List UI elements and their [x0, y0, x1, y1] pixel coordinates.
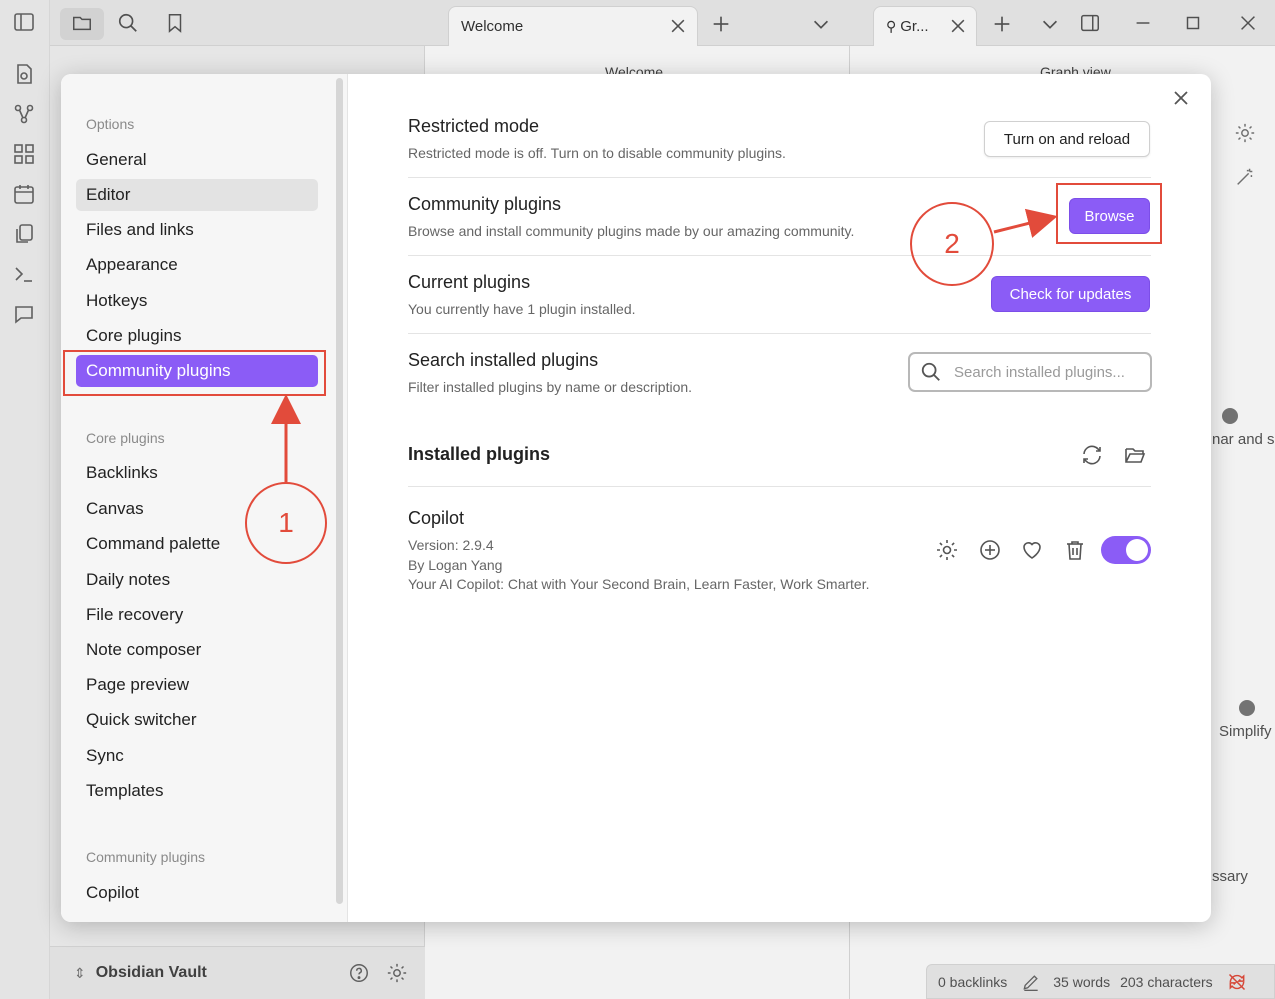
annotation-arrows [271, 208, 1058, 482]
annotation-arrow-2 [993, 208, 1058, 238]
